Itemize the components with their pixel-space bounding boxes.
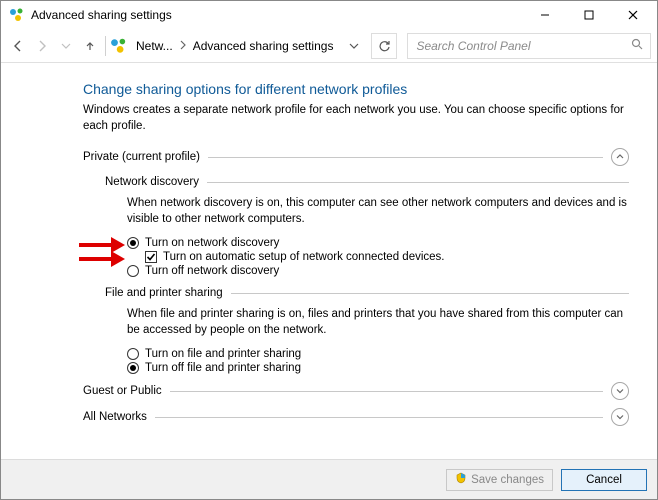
expand-button[interactable] <box>611 408 629 426</box>
checkbox-auto-setup[interactable] <box>145 251 157 263</box>
file-printer-desc: When file and printer sharing is on, fil… <box>127 307 629 338</box>
section-guest-header[interactable]: Guest or Public <box>83 382 629 400</box>
annotation-arrow-icon <box>79 251 125 267</box>
section-guest-public: Guest or Public <box>83 382 629 400</box>
radio-turn-off-discovery-label[interactable]: Turn off network discovery <box>145 265 279 277</box>
radio-turn-on-fps[interactable] <box>127 348 139 360</box>
content-area: Change sharing options for different net… <box>1 63 657 459</box>
network-icon <box>110 37 128 55</box>
divider <box>208 157 603 158</box>
cancel-button[interactable]: Cancel <box>561 469 647 491</box>
save-changes-button[interactable]: Save changes <box>446 469 553 491</box>
breadcrumb-root[interactable]: Netw... <box>134 37 175 55</box>
shield-icon <box>455 472 467 487</box>
annotation-arrow-icon <box>79 237 125 253</box>
toolbar: Netw... Advanced sharing settings <box>1 29 657 63</box>
network-discovery-title: Network discovery <box>105 176 199 188</box>
file-printer-title: File and printer sharing <box>105 287 223 299</box>
close-button[interactable] <box>611 1 655 29</box>
network-icon <box>9 7 25 23</box>
collapse-button[interactable] <box>611 148 629 166</box>
divider <box>155 417 603 418</box>
section-all-networks: All Networks <box>83 408 629 426</box>
radio-turn-off-fps-label[interactable]: Turn off file and printer sharing <box>145 362 301 374</box>
radio-turn-off-fps[interactable] <box>127 362 139 374</box>
forward-button[interactable] <box>31 32 53 60</box>
recent-locations-button[interactable] <box>55 32 77 60</box>
section-guest-label: Guest or Public <box>83 385 162 397</box>
page-heading: Change sharing options for different net… <box>83 81 629 97</box>
radio-turn-on-fps-label[interactable]: Turn on file and printer sharing <box>145 348 301 360</box>
radio-turn-off-discovery[interactable] <box>127 265 139 277</box>
expand-button[interactable] <box>611 382 629 400</box>
divider <box>207 182 629 183</box>
minimize-button[interactable] <box>523 1 567 29</box>
save-changes-label: Save changes <box>471 474 544 486</box>
section-all-label: All Networks <box>83 411 147 423</box>
title-bar: Advanced sharing settings <box>1 1 657 29</box>
up-button[interactable] <box>79 32 101 60</box>
address-bar[interactable]: Netw... Advanced sharing settings <box>110 35 365 57</box>
footer: Save changes Cancel <box>1 459 657 499</box>
subsection-network-discovery: Network discovery When network discovery… <box>105 176 629 277</box>
search-input[interactable] <box>414 38 631 54</box>
subsection-file-printer: File and printer sharing When file and p… <box>105 287 629 374</box>
maximize-button[interactable] <box>567 1 611 29</box>
cancel-label: Cancel <box>586 474 622 486</box>
window-title: Advanced sharing settings <box>31 8 523 22</box>
network-discovery-desc: When network discovery is on, this compu… <box>127 196 629 227</box>
radio-turn-on-discovery-label[interactable]: Turn on network discovery <box>145 237 279 249</box>
divider <box>231 293 629 294</box>
address-dropdown[interactable] <box>343 35 365 57</box>
chevron-right-icon[interactable] <box>179 39 187 53</box>
page-subtext: Windows creates a separate network profi… <box>83 103 629 134</box>
section-private: Private (current profile) Network discov… <box>83 148 629 374</box>
separator <box>105 36 106 56</box>
radio-turn-on-discovery[interactable] <box>127 237 139 249</box>
breadcrumb-current[interactable]: Advanced sharing settings <box>191 37 336 55</box>
back-button[interactable] <box>7 32 29 60</box>
section-private-header[interactable]: Private (current profile) <box>83 148 629 166</box>
checkbox-auto-setup-label[interactable]: Turn on automatic setup of network conne… <box>163 251 444 263</box>
search-icon[interactable] <box>631 38 644 54</box>
divider <box>170 391 603 392</box>
search-box[interactable] <box>407 33 651 59</box>
refresh-button[interactable] <box>371 33 397 59</box>
section-private-label: Private (current profile) <box>83 151 200 163</box>
section-all-header[interactable]: All Networks <box>83 408 629 426</box>
